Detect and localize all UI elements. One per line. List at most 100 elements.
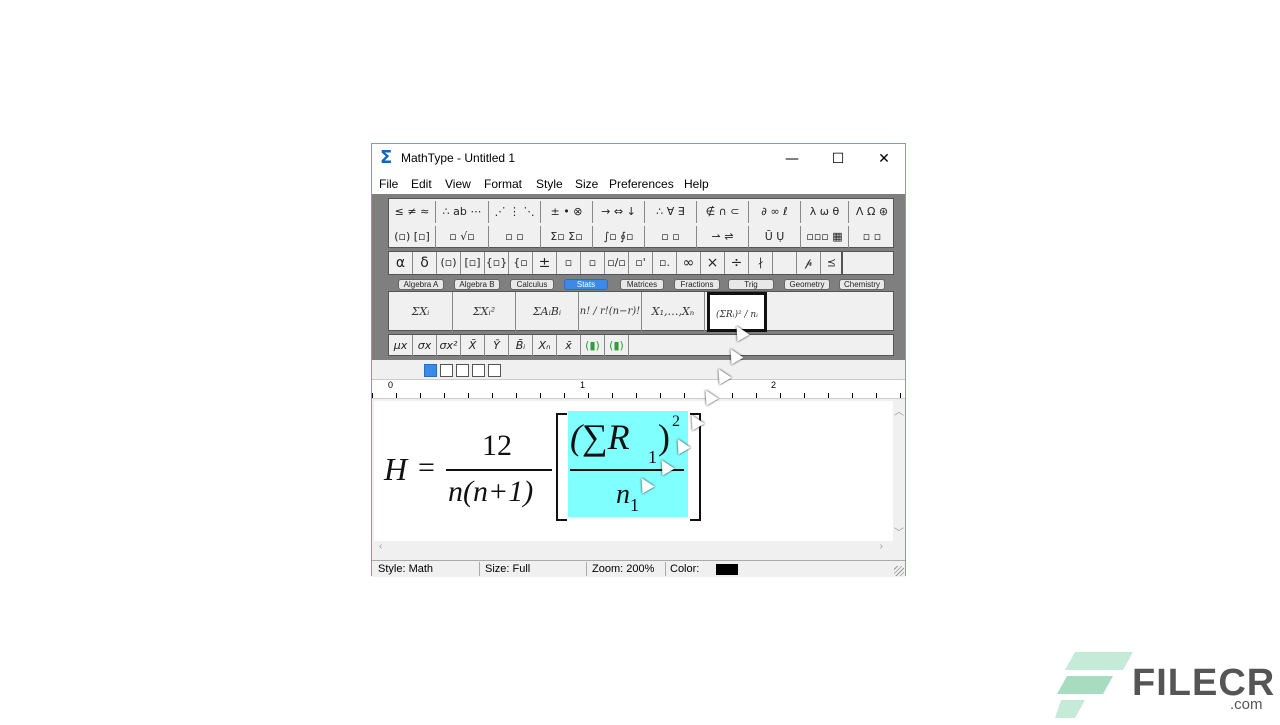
left-brace-symbol[interactable]: {▫ [509,252,533,274]
small-symbol-bar-blank [842,251,894,275]
precedes-symbol[interactable]: ⪯ [821,252,843,274]
scroll-up-icon[interactable]: ︿ [893,403,905,418]
color-swatch[interactable] [716,564,738,575]
menu-file[interactable]: File [379,177,398,191]
left-bracket [556,413,567,521]
maximize-button[interactable]: ☐ [815,144,861,174]
menu-view[interactable]: View [445,177,471,191]
small-symbol-bar: α δ (▫) [▫] {▫} {▫ ± ▫ ▫ ▫/▫ ▫' ▫. ∞ × ÷… [388,251,843,275]
delta-symbol[interactable]: δ [413,252,437,274]
menu-help[interactable]: Help [684,177,709,191]
scroll-left-icon[interactable]: ‹ [379,541,382,552]
integrals-palette[interactable]: ∫▫ ∮▫ [593,226,645,248]
divide-symbol[interactable]: ÷ [725,252,749,274]
times-symbol[interactable]: × [701,252,725,274]
menu-size[interactable]: Size [575,177,598,191]
x-sub-n-symbol[interactable]: Xₙ [533,335,557,357]
tab-matrices[interactable]: Matrices [620,279,664,290]
mathtype-window: Σ MathType - Untitled 1 — ☐ ✕ File Edit … [371,143,907,577]
misc-palette[interactable]: ∂ ∞ ℓ [749,201,801,223]
equation-editor[interactable]: H = 12 n(n+1) (∑R 1 ) 2 n 1 [374,401,893,541]
center-tab-stop-icon[interactable] [440,364,453,377]
inner-denominator-subscript: 1 [630,495,639,515]
summations-palette[interactable]: Σ▫ Σ▫ [541,226,593,248]
tab-fractions[interactable]: Fractions [674,279,720,290]
vertical-scrollbar[interactable]: ︿ ﹀ [893,401,905,541]
x-bar-symbol[interactable]: X̄ [461,335,485,357]
close-paren: ) [658,417,670,457]
x-bar-lower-symbol[interactable]: x̄ [557,335,581,357]
ruler[interactable]: 0 1 2 [372,379,905,399]
operators-palette[interactable]: ± • ⊗ [541,201,593,223]
template-sequence[interactable]: X₁,…,Xₙ [642,292,705,332]
arrows-palette[interactable]: → ⇔ ↓ [593,201,645,223]
template-sum-aibi[interactable]: ΣAᵢBᵢ [516,292,579,332]
empty-symbol-slot[interactable] [773,252,797,274]
left-tab-stop-icon[interactable] [424,364,437,377]
right-tab-stop-icon[interactable] [456,364,469,377]
green-fence-left-symbol[interactable]: (▮) [581,335,605,357]
plus-minus-symbol[interactable]: ± [533,252,557,274]
decimal-tab-stop-icon[interactable] [488,364,501,377]
sigma-x-symbol[interactable]: σx [413,335,437,357]
scroll-down-icon[interactable]: ﹀ [893,524,905,539]
dot-symbol[interactable]: ▫. [653,252,677,274]
sigma-x-squared-symbol[interactable]: σx² [437,335,461,357]
subscripts-palette[interactable]: ▫ ▫ [489,226,541,248]
prime-symbol[interactable]: ▫' [629,252,653,274]
menu-edit[interactable]: Edit [411,177,432,191]
menu-format[interactable]: Format [484,177,522,191]
symbol-palette: ≤ ≠ ≈ ∴ ab ⋯ ⋰ ⋮ ⋱ ± • ⊗ → ⇔ ↓ ∴ ∀ ∃ ∉ ∩… [388,198,894,248]
tab-stats[interactable]: Stats [564,279,608,290]
close-button[interactable]: ✕ [861,144,907,174]
spaces-palette[interactable]: ∴ ab ⋯ [436,201,489,223]
tab-chemistry[interactable]: Chemistry [839,279,885,290]
resize-grip-icon[interactable] [894,566,904,576]
set-theory-palette[interactable]: ∉ ∩ ⊂ [697,201,749,223]
tab-trig[interactable]: Trig [728,279,774,290]
greek-lower-palette[interactable]: λ ω θ [801,201,849,223]
fraction-symbol[interactable]: ▫ [557,252,581,274]
scroll-right-icon[interactable]: › [880,541,883,552]
script-p-symbol[interactable]: 𝓅 [797,252,821,274]
green-fence-right-symbol[interactable]: (▮) [605,335,629,357]
braces-symbol[interactable]: {▫} [485,252,509,274]
not-divides-symbol[interactable]: ∤ [749,252,773,274]
b-bar-i-symbol[interactable]: B̄ᵢ [509,335,533,357]
menu-style[interactable]: Style [536,177,563,191]
greek-upper-palette[interactable]: Λ Ω ⊛ [849,201,895,223]
slash-fraction-symbol[interactable]: ▫/▫ [605,252,629,274]
relations-palette[interactable]: ≤ ≠ ≈ [389,201,436,223]
y-bar-symbol[interactable]: Ȳ [485,335,509,357]
tab-algebra-b[interactable]: Algebra B [454,279,500,290]
parens-symbol[interactable]: (▫) [437,252,461,274]
toolbar-area: ≤ ≠ ≈ ∴ ab ⋯ ⋰ ⋮ ⋱ ± • ⊗ → ⇔ ↓ ∴ ∀ ∃ ∉ ∩… [372,194,905,360]
stacked-symbol[interactable]: ▫ [581,252,605,274]
relation-tab-stop-icon[interactable] [472,364,485,377]
logic-palette[interactable]: ∴ ∀ ∃ [645,201,697,223]
template-sum-xi-squared[interactable]: ΣXᵢ² [453,292,516,332]
menu-bar: File Edit View Format Style Size Prefere… [372,174,905,194]
status-bar: Style: Math Size: Full Zoom: 200% Color: [372,560,905,577]
boxes-palette[interactable]: ▫ ▫ [849,226,895,248]
fences-palette[interactable]: (▫) [▫] [389,226,436,248]
template-sum-xi[interactable]: ΣXᵢ [389,292,453,332]
tab-geometry[interactable]: Geometry [784,279,830,290]
bars-palette[interactable]: ▫ ▫ [645,226,697,248]
products-palette[interactable]: Ū Ụ [749,226,801,248]
embellishments-palette[interactable]: ⋰ ⋮ ⋱ [489,201,541,223]
tab-algebra-a[interactable]: Algebra A [398,279,444,290]
horizontal-scrollbar[interactable]: ‹ › [374,541,893,553]
labeled-arrows-palette[interactable]: ⇀ ⇌ [697,226,749,248]
minimize-button[interactable]: — [769,144,815,174]
alpha-symbol[interactable]: α [389,252,413,274]
infinity-symbol[interactable]: ∞ [677,252,701,274]
brackets-symbol[interactable]: [▫] [461,252,485,274]
template-combination[interactable]: n! / r!(n−r)! [579,292,642,332]
mu-x-symbol[interactable]: μx [389,335,413,357]
matrices-palette[interactable]: ▫▫▫ ▦ [801,226,849,248]
fractions-radicals-palette[interactable]: ▫ √▫ [436,226,489,248]
tab-calculus[interactable]: Calculus [510,279,554,290]
menu-preferences[interactable]: Preferences [609,177,674,191]
tab-strip: Algebra A Algebra B Calculus Stats Matri… [398,279,894,290]
